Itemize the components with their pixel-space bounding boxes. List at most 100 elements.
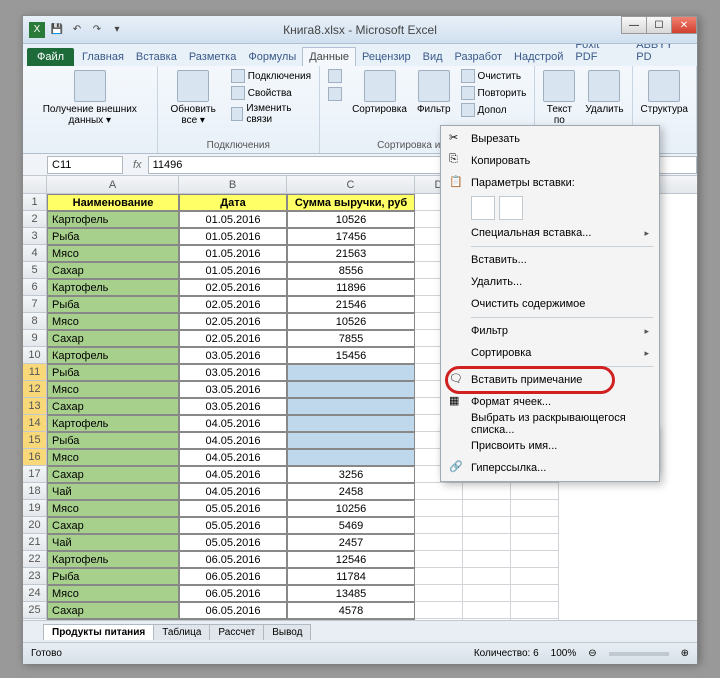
row-header[interactable]: 8 [23, 313, 47, 330]
refresh-all-button[interactable]: Обновить все ▾ [164, 68, 223, 128]
col-header-b[interactable]: B [179, 176, 287, 193]
cell[interactable]: Рыба [47, 432, 179, 449]
cell[interactable] [463, 500, 511, 517]
cell[interactable]: 05.05.2016 [179, 534, 287, 551]
cell[interactable]: 21563 [287, 245, 415, 262]
cell[interactable]: 2458 [287, 483, 415, 500]
row-header[interactable]: 1 [23, 194, 47, 211]
row-header[interactable]: 11 [23, 364, 47, 381]
cell[interactable]: 4578 [287, 602, 415, 619]
cell[interactable] [415, 500, 463, 517]
cell[interactable]: Сахар [47, 398, 179, 415]
select-all-corner[interactable] [23, 176, 47, 193]
menu-insert[interactable]: Вставить... [443, 249, 657, 271]
cell[interactable]: Наименование [47, 194, 179, 211]
cell[interactable]: Чай [47, 534, 179, 551]
cell[interactable] [511, 619, 559, 620]
outline-button[interactable]: Структура [639, 68, 690, 117]
zoom-slider[interactable] [609, 652, 669, 656]
cell[interactable]: 15456 [287, 347, 415, 364]
text-to-columns-button[interactable]: Текст по [541, 68, 577, 128]
cell[interactable]: 11784 [287, 568, 415, 585]
cell[interactable] [511, 500, 559, 517]
cell[interactable]: 5418 [287, 619, 415, 620]
tab-developer[interactable]: Разработ [449, 48, 508, 66]
edit-links-button[interactable]: Изменить связи [229, 102, 313, 126]
menu-pick-dropdown[interactable]: Выбрать из раскрывающегося списка... [443, 413, 657, 435]
cell[interactable] [463, 534, 511, 551]
cell[interactable]: 04.05.2016 [179, 449, 287, 466]
tab-data[interactable]: Данные [302, 47, 356, 66]
remove-duplicates-button[interactable]: Удалить [583, 68, 625, 117]
maximize-button[interactable]: ☐ [646, 16, 672, 34]
row-header[interactable]: 21 [23, 534, 47, 551]
cell[interactable]: 03.05.2016 [179, 364, 287, 381]
undo-icon[interactable]: ↶ [69, 22, 85, 38]
cell[interactable]: Сахар [47, 466, 179, 483]
tab-addins[interactable]: Надстрой [508, 48, 569, 66]
cell[interactable] [415, 551, 463, 568]
sheet-tab-2[interactable]: Таблица [153, 624, 210, 640]
cell[interactable] [415, 568, 463, 585]
cell[interactable] [415, 517, 463, 534]
cell[interactable]: 01.05.2016 [179, 211, 287, 228]
cell[interactable]: Мясо [47, 381, 179, 398]
row-header[interactable]: 4 [23, 245, 47, 262]
cell[interactable]: Картофель [47, 211, 179, 228]
cell[interactable] [415, 602, 463, 619]
cell[interactable]: 04.05.2016 [179, 483, 287, 500]
cell[interactable] [463, 551, 511, 568]
row-header[interactable]: 19 [23, 500, 47, 517]
cell[interactable]: 06.05.2016 [179, 602, 287, 619]
row-header[interactable]: 26 [23, 619, 47, 620]
cell[interactable]: Мясо [47, 245, 179, 262]
cell[interactable] [287, 381, 415, 398]
sort-za-button[interactable] [326, 86, 344, 102]
cell[interactable] [511, 585, 559, 602]
row-header[interactable]: 22 [23, 551, 47, 568]
cell[interactable]: 04.05.2016 [179, 432, 287, 449]
save-icon[interactable]: 💾 [49, 22, 65, 38]
cell[interactable] [415, 585, 463, 602]
row-header[interactable]: 20 [23, 517, 47, 534]
tab-insert[interactable]: Вставка [130, 48, 183, 66]
cell[interactable] [287, 432, 415, 449]
tab-home[interactable]: Главная [76, 48, 130, 66]
cell[interactable]: 01.05.2016 [179, 228, 287, 245]
cell[interactable]: Картофель [47, 279, 179, 296]
menu-copy[interactable]: ⎘Копировать [443, 150, 657, 172]
cell[interactable]: Рыба [47, 296, 179, 313]
cell[interactable]: 02.05.2016 [179, 296, 287, 313]
menu-comment[interactable]: 🗨Вставить примечание [443, 369, 657, 391]
cell[interactable]: 12546 [287, 551, 415, 568]
cell[interactable]: 10256 [287, 500, 415, 517]
zoom-level[interactable]: 100% [551, 648, 577, 659]
cell[interactable]: 11896 [287, 279, 415, 296]
menu-delete[interactable]: Удалить... [443, 271, 657, 293]
filter-button[interactable]: Фильтр [415, 68, 453, 117]
minimize-button[interactable]: — [621, 16, 647, 34]
cell[interactable] [511, 483, 559, 500]
menu-sort[interactable]: Сортировка [443, 342, 657, 364]
file-tab[interactable]: Файл [27, 48, 74, 66]
cell[interactable]: 04.05.2016 [179, 466, 287, 483]
cell[interactable] [463, 517, 511, 534]
cell[interactable] [287, 449, 415, 466]
qat-dropdown-icon[interactable]: ▾ [109, 22, 125, 38]
filter-reapply-button[interactable]: Повторить [459, 85, 529, 101]
row-header[interactable]: 5 [23, 262, 47, 279]
menu-hyperlink[interactable]: 🔗Гиперссылка... [443, 457, 657, 479]
fx-icon[interactable]: fx [127, 159, 148, 171]
cell[interactable] [287, 398, 415, 415]
sheet-tab-1[interactable]: Продукты питания [43, 624, 154, 640]
cell[interactable]: 10526 [287, 313, 415, 330]
menu-cut[interactable]: ✂Вырезать [443, 128, 657, 150]
cell[interactable]: Мясо [47, 500, 179, 517]
cell[interactable]: 06.05.2016 [179, 585, 287, 602]
cell[interactable]: Чай [47, 619, 179, 620]
zoom-in-button[interactable]: ⊕ [681, 648, 689, 659]
tab-view[interactable]: Вид [417, 48, 449, 66]
cell[interactable] [415, 483, 463, 500]
cell[interactable]: Сахар [47, 602, 179, 619]
cell[interactable]: 3256 [287, 466, 415, 483]
